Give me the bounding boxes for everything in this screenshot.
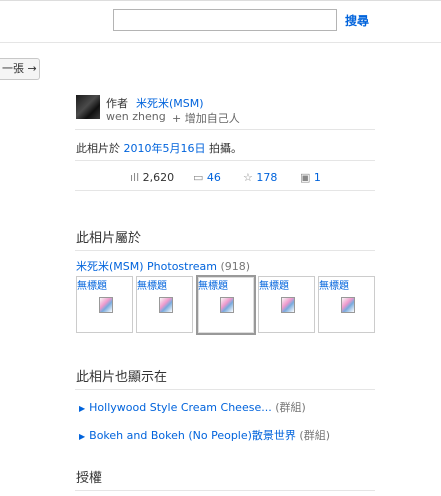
license-heading: 授權 <box>76 471 103 486</box>
thumb-title: 無標題 <box>259 281 289 292</box>
stats-divider <box>75 190 375 191</box>
belongs-heading: 此相片屬於 <box>76 231 142 246</box>
photostream-thumb[interactable]: 無標題 <box>258 276 315 333</box>
broken-image-icon <box>159 297 173 313</box>
search-button[interactable]: 搜尋 <box>345 12 369 29</box>
owner-divider <box>75 129 375 130</box>
views-count: 2,620 <box>142 171 175 184</box>
appears-heading: 此相片也顯示在 <box>76 370 168 385</box>
taken-prefix: 此相片於 <box>76 142 120 155</box>
thumb-title: 無標題 <box>137 281 167 292</box>
broken-image-icon <box>281 297 295 313</box>
author-link[interactable]: 米死米(MSM) <box>136 95 204 111</box>
photostream-row: 米死米(MSM) Photostream (918) <box>76 258 250 274</box>
previous-photo-label: 一張 → <box>2 62 37 75</box>
author-label: 作者 <box>106 97 128 110</box>
license-divider <box>75 490 375 491</box>
thumb-title: 無標題 <box>198 281 228 292</box>
broken-image-icon <box>220 297 234 313</box>
taken-suffix: 拍攝。 <box>209 142 242 155</box>
top-border <box>0 0 441 1</box>
thumb-title: 無標題 <box>77 281 107 292</box>
previous-photo-button[interactable]: 一張 → <box>0 58 40 80</box>
views-stat: ıll 2,620 <box>130 171 174 184</box>
notes-count[interactable]: 1 <box>314 171 321 184</box>
taken-info: 此相片於 2010年5月16日 拍攝。 <box>76 140 242 156</box>
broken-image-icon <box>99 297 113 313</box>
comment-icon: ▭ <box>193 171 207 184</box>
group-kind: (群組) <box>299 429 331 442</box>
photostream-thumb-current[interactable]: 無標題 <box>196 275 256 335</box>
belongs-divider <box>75 250 375 251</box>
bar-chart-icon: ıll <box>130 171 143 184</box>
triangle-right-icon: ▶ <box>79 404 86 413</box>
favorites-count[interactable]: 178 <box>256 171 277 184</box>
favorites-stat[interactable]: ☆ 178 <box>243 171 277 184</box>
appears-divider <box>75 389 375 390</box>
photostream-thumb[interactable]: 無標題 <box>318 276 375 333</box>
add-contact-link[interactable]: + 增加自己人 <box>172 110 240 126</box>
photostream-link[interactable]: 米死米(MSM) Photostream <box>76 260 217 273</box>
real-name: wen zheng <box>106 110 166 123</box>
group-link[interactable]: Hollywood Style Cream Cheese... <box>89 401 272 414</box>
thumb-title: 無標題 <box>319 281 349 292</box>
photostream-thumb[interactable]: 無標題 <box>76 276 133 333</box>
group-kind: (群組) <box>275 401 306 414</box>
search-input[interactable] <box>113 9 337 31</box>
group-link[interactable]: Bokeh and Bokeh (No People)散景世界 <box>89 429 296 442</box>
photostream-count: (918) <box>220 260 251 273</box>
group-list-item: ▶ Bokeh and Bokeh (No People)散景世界 (群組) <box>79 427 330 443</box>
note-icon: ▣ <box>300 171 314 184</box>
star-icon: ☆ <box>243 171 257 184</box>
header-divider <box>0 42 441 43</box>
avatar[interactable] <box>76 95 100 119</box>
comments-stat[interactable]: ▭ 46 <box>193 171 221 184</box>
triangle-right-icon: ▶ <box>79 432 86 441</box>
photostream-thumb[interactable]: 無標題 <box>136 276 193 333</box>
group-list-item: ▶ Hollywood Style Cream Cheese... (群組) <box>79 399 306 415</box>
comments-count[interactable]: 46 <box>207 171 221 184</box>
broken-image-icon <box>341 297 355 313</box>
taken-date-link[interactable]: 2010年5月16日 <box>124 142 206 155</box>
notes-stat[interactable]: ▣ 1 <box>300 171 321 184</box>
taken-divider <box>75 160 375 161</box>
